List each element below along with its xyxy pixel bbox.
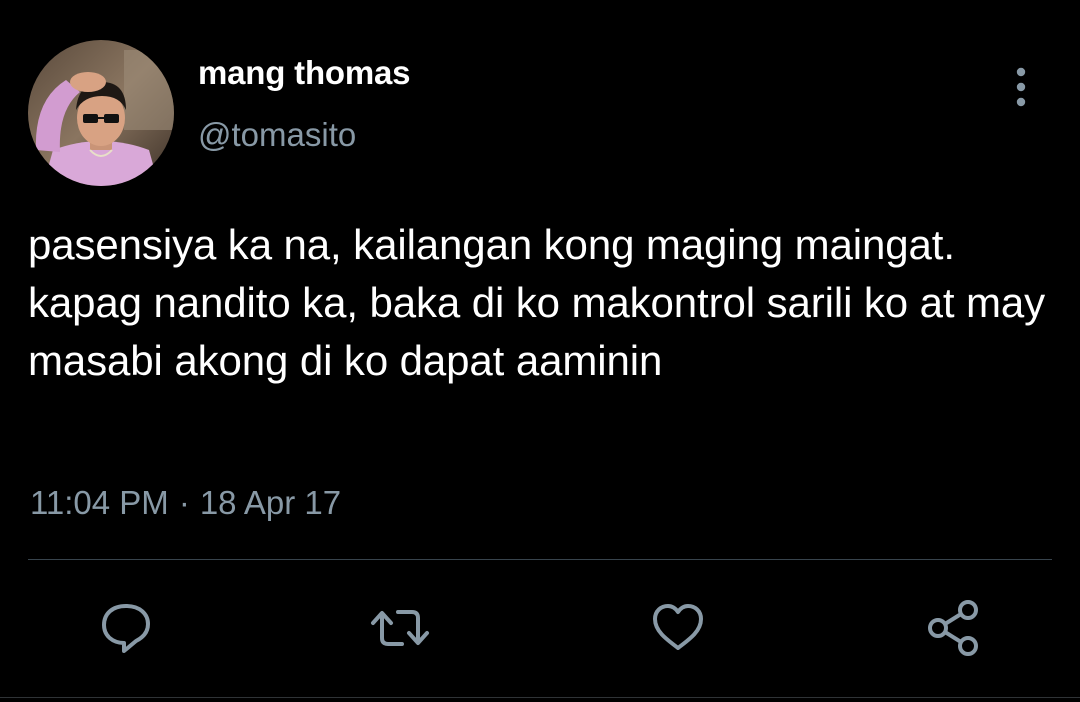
divider [28,559,1052,560]
action-bar [0,596,1080,660]
tweet-text: pasensiya ka na, kailangan kong maging m… [28,221,1046,384]
bottom-divider [0,697,1080,698]
tweet-card: mang thomas @tomasito pasensiya ka na, k… [0,0,1080,702]
profile-photo-icon [28,40,174,186]
user-handle[interactable]: @tomasito [198,116,356,154]
tweet-date: 18 Apr 17 [199,484,342,521]
heart-icon [653,604,703,650]
share-icon [928,600,978,656]
reply-button[interactable] [94,596,158,660]
tweet-timestamp[interactable]: 11:04 PM · 18 Apr 17 [30,484,341,522]
like-button[interactable] [646,596,710,660]
avatar[interactable] [28,40,174,186]
retweet-icon [371,610,429,646]
meta-separator: · [178,484,190,521]
display-name[interactable]: mang thomas [198,54,411,92]
tweet-time: 11:04 PM [30,484,169,521]
retweet-button[interactable] [368,596,432,660]
more-options-button[interactable] [1000,62,1044,112]
speech-bubble-icon [102,604,150,653]
vertical-dots-icon [1016,67,1026,107]
share-button[interactable] [922,596,986,660]
